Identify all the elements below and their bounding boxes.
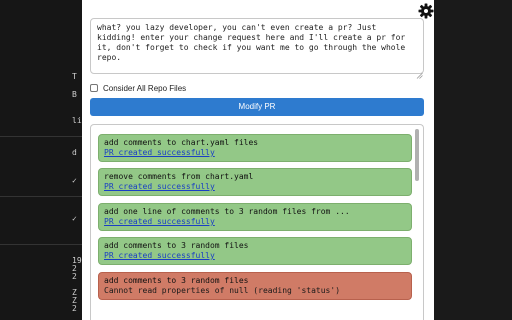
consider-all-files-option[interactable]: Consider All Repo Files [90,82,186,94]
result-card-error: add comments to 3 random files Cannot re… [98,272,412,300]
gear-icon-graphic [418,3,434,19]
consider-all-files-label: Consider All Repo Files [103,83,187,93]
result-title: add comments to 3 random files [104,276,249,285]
result-link[interactable]: PR created successfully [104,251,406,261]
result-title: add one line of comments to 3 random fil… [104,207,350,216]
background-divider [0,136,82,137]
background-page-right [434,0,512,320]
result-card: add one line of comments to 3 random fil… [98,203,412,231]
background-text: d [72,148,77,157]
resize-grip-icon[interactable] [416,66,423,79]
resize-grip-graphic [416,72,423,79]
result-link[interactable]: PR created successfully [104,148,406,158]
consider-all-files-checkbox[interactable] [90,84,98,92]
background-text: 2 [72,272,77,281]
result-card: add comments to 3 random files PR create… [98,237,412,265]
result-card: remove comments from chart.yaml PR creat… [98,168,412,196]
gear-icon[interactable] [418,3,434,19]
background-text: T [72,72,77,81]
modify-pr-button[interactable]: Modify PR [90,98,424,116]
results-scrollbar[interactable] [415,129,419,181]
background-divider [0,244,82,245]
background-divider [0,196,82,197]
screen: T B li d ✓ ✓ 19 2 2 Z Z 2 what? you lazy… [0,0,512,320]
result-error-message: Cannot read properties of null (reading … [104,286,341,295]
background-text: ✓ [72,176,77,185]
background-page: T B li d ✓ ✓ 19 2 2 Z Z 2 [0,0,82,320]
extension-popup: what? you lazy developer, you can't even… [82,0,434,320]
result-link[interactable]: PR created successfully [104,182,406,192]
result-card: add comments to chart.yaml files PR crea… [98,134,412,162]
change-request-input[interactable]: what? you lazy developer, you can't even… [90,18,424,74]
results-list[interactable]: add comments to chart.yaml files PR crea… [90,124,424,320]
result-title: add comments to 3 random files [104,241,249,250]
background-text: 2 [72,304,77,313]
result-link[interactable]: PR created successfully [104,217,406,227]
result-title: remove comments from chart.yaml [104,172,254,181]
background-text: ✓ [72,214,77,223]
background-text: B [72,90,77,99]
background-text: li [72,116,82,125]
result-title: add comments to chart.yaml files [104,138,259,147]
